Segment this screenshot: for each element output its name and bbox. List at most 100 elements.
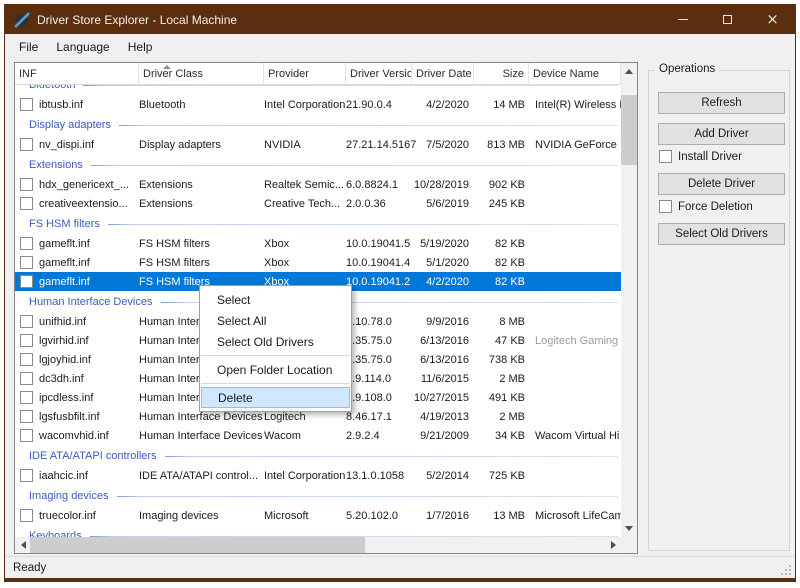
cell-dev: Logitech Gaming [535, 334, 619, 347]
cell-ver: 10.0.19041.5 [346, 237, 411, 250]
group-row: Display adapters [15, 114, 621, 135]
group-label: FS HSM filters [29, 217, 100, 230]
scroll-up-button[interactable] [621, 63, 637, 80]
cell-ver: 6.0.8824.1 [346, 178, 398, 191]
context-menu-open-folder-location[interactable]: Open Folder Location [200, 359, 351, 380]
cell-inf: ipcdless.inf [39, 391, 94, 404]
context-menu-select-all[interactable]: Select All [200, 310, 351, 331]
vertical-scroll-thumb[interactable] [621, 95, 637, 165]
group-row: Bluetooth [15, 85, 621, 95]
maximize-button[interactable] [705, 5, 750, 34]
scroll-down-button[interactable] [621, 520, 637, 537]
table-row[interactable]: nv_dispi.inf Display adapters NVIDIA 27.21.… [15, 135, 621, 154]
select-old-drivers-button[interactable]: Select Old Drivers [658, 223, 785, 245]
group-divider-line [116, 495, 618, 497]
cell-ver: 2.9.2.4 [346, 429, 380, 442]
row-checkbox[interactable] [20, 197, 33, 210]
cell-size: 738 KB [488, 353, 525, 366]
cell-date: 4/2/2020 [426, 275, 469, 288]
resize-grip[interactable] [781, 565, 783, 567]
cell-inf: wacomvhid.inf [39, 429, 109, 442]
cell-cls: Human Interface Devices [139, 429, 263, 442]
cell-date: 9/9/2016 [426, 315, 469, 328]
row-checkbox[interactable] [20, 509, 33, 522]
row-checkbox[interactable] [20, 178, 33, 191]
table-row[interactable]: gameflt.inf FS HSM filters Xbox 10.0.19041.… [15, 253, 621, 272]
row-checkbox[interactable] [20, 275, 33, 288]
context-menu-select[interactable]: Select [200, 289, 351, 310]
context-menu-select-old-drivers[interactable]: Select Old Drivers [200, 331, 351, 352]
cell-inf: lgvirhid.inf [39, 334, 89, 347]
row-checkbox[interactable] [20, 410, 33, 423]
menu-file[interactable]: File [10, 34, 47, 59]
row-checkbox[interactable] [20, 98, 33, 111]
scroll-right-button[interactable] [605, 537, 621, 553]
column-header-device-name[interactable]: Device Name [529, 63, 621, 85]
cell-ver: 6.9.114.0 [346, 372, 392, 385]
group-row: FS HSM filters [15, 213, 621, 234]
chevron-left-icon [20, 541, 26, 549]
delete-driver-button[interactable]: Delete Driver [658, 173, 785, 195]
app-gear-wrench-icon [14, 12, 30, 28]
row-checkbox[interactable] [20, 256, 33, 269]
cell-cls: Imaging devices [139, 509, 219, 522]
cell-size: 902 KB [488, 178, 525, 191]
close-button[interactable]: × [750, 5, 795, 34]
group-label: Bluetooth [29, 85, 75, 91]
cell-inf: truecolor.inf [39, 509, 96, 522]
horizontal-scrollbar[interactable] [15, 537, 621, 553]
row-checkbox[interactable] [20, 429, 33, 442]
horizontal-scroll-thumb[interactable] [30, 537, 365, 553]
cell-inf: dc3dh.inf [39, 372, 84, 385]
row-checkbox[interactable] [20, 334, 33, 347]
group-divider-line [90, 164, 618, 166]
vertical-scrollbar[interactable] [621, 63, 637, 537]
column-header-driver-version[interactable]: Driver Version [346, 63, 412, 85]
row-checkbox[interactable] [20, 469, 33, 482]
menu-language[interactable]: Language [47, 34, 118, 59]
cell-ver: 8.46.17.1 [346, 410, 392, 423]
cell-prov: Wacom [264, 429, 301, 442]
cell-inf: hdx_genericext_... [39, 178, 129, 191]
install-driver-checkbox[interactable] [659, 150, 672, 163]
table-row[interactable]: hdx_genericext_... Extensions Realtek Semi… [15, 175, 621, 194]
close-icon: × [766, 10, 779, 28]
menu-help[interactable]: Help [119, 34, 162, 59]
cell-date: 5/19/2020 [420, 237, 469, 250]
minimize-button[interactable] [660, 5, 705, 34]
cell-ver: 27.21.14.5167 [346, 138, 417, 151]
context-menu-delete[interactable]: Delete [201, 387, 350, 408]
table-row[interactable]: gameflt.inf FS HSM filters Xbox 10.0.19041.… [15, 234, 621, 253]
refresh-button[interactable]: Refresh [658, 92, 785, 114]
row-checkbox[interactable] [20, 391, 33, 404]
row-checkbox[interactable] [20, 315, 33, 328]
cell-date: 6/13/2016 [420, 353, 469, 366]
column-header-driver-class[interactable]: Driver Class [139, 63, 264, 85]
column-header-provider[interactable]: Provider [264, 63, 346, 85]
row-checkbox[interactable] [20, 237, 33, 250]
column-header-driver-date[interactable]: Driver Date [412, 63, 474, 85]
row-checkbox[interactable] [20, 353, 33, 366]
table-row[interactable]: truecolor.inf Imaging devices Microsoft 5.2… [15, 506, 621, 525]
cell-dev: Microsoft LifeCam [535, 509, 621, 522]
group-row: Keyboards [15, 525, 621, 537]
column-header-inf[interactable]: INF [15, 63, 139, 85]
force-deletion-checkbox[interactable] [659, 200, 672, 213]
table-row[interactable]: ibtusb.inf Bluetooth Intel Corporation 21.9… [15, 95, 621, 114]
cell-inf: creativeextensio... [39, 197, 128, 210]
table-row[interactable]: iaahcic.inf IDE ATA/ATAPI control... Intel… [15, 466, 621, 485]
table-row[interactable]: creativeextensio... Extensions Creative Te… [15, 194, 621, 213]
row-checkbox[interactable] [20, 138, 33, 151]
row-checkbox[interactable] [20, 372, 33, 385]
cell-inf: gameflt.inf [39, 256, 90, 269]
cell-date: 4/2/2020 [426, 98, 469, 111]
cell-date: 9/21/2009 [420, 429, 469, 442]
column-header-size[interactable]: Size [474, 63, 529, 85]
cell-size: 8 MB [499, 315, 525, 328]
add-driver-button[interactable]: Add Driver [658, 123, 785, 145]
operations-panel-title: Operations [655, 63, 720, 75]
scroll-left-button[interactable] [15, 537, 31, 553]
scrollbar-corner [621, 537, 637, 553]
table-row[interactable]: wacomvhid.inf Human Interface Devices Waco… [15, 426, 621, 445]
cell-inf: iaahcic.inf [39, 469, 88, 482]
